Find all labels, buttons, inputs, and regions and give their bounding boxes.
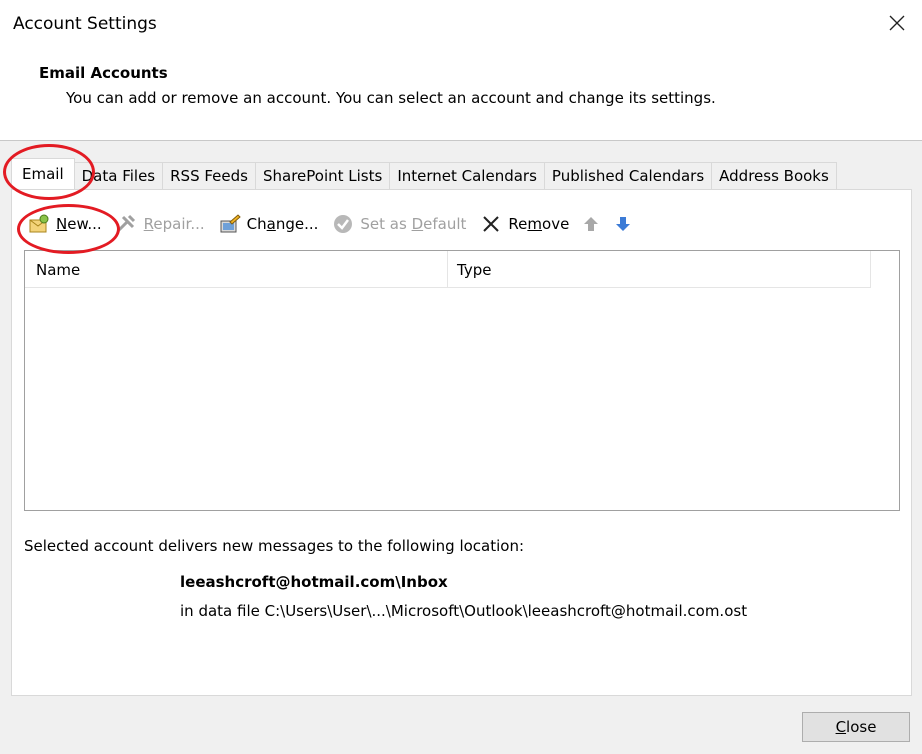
repair-button[interactable]: Repair... xyxy=(116,213,205,235)
tab-rss-feeds[interactable]: RSS Feeds xyxy=(162,162,256,189)
remove-icon xyxy=(483,216,500,232)
set-default-button[interactable]: Set as Default xyxy=(332,213,466,235)
new-account-icon xyxy=(29,214,49,233)
tab-internet-calendars[interactable]: Internet Calendars xyxy=(389,162,545,189)
header-description: You can add or remove an account. You ca… xyxy=(66,89,716,107)
change-icon xyxy=(220,214,241,233)
repair-label: Repair... xyxy=(143,215,205,233)
list-header: Name Type xyxy=(25,251,871,288)
set-default-icon xyxy=(334,215,353,233)
close-icon[interactable] xyxy=(886,12,908,34)
column-name-header[interactable]: Name xyxy=(36,261,80,279)
set-default-label: Set as Default xyxy=(360,215,467,233)
new-button[interactable]: New... xyxy=(28,213,102,235)
column-divider-end[interactable] xyxy=(870,251,871,287)
close-button[interactable]: Close xyxy=(802,712,910,742)
window-title: Account Settings xyxy=(13,14,157,34)
repair-icon xyxy=(117,214,135,232)
column-type-header[interactable]: Type xyxy=(457,261,491,279)
tab-address-books[interactable]: Address Books xyxy=(711,162,837,189)
new-label: New... xyxy=(56,215,102,233)
move-up-icon[interactable] xyxy=(583,215,599,233)
tab-sharepoint-lists[interactable]: SharePoint Lists xyxy=(254,162,391,189)
change-button[interactable]: Change... xyxy=(219,213,319,235)
remove-button[interactable]: Remove xyxy=(480,213,569,235)
accounts-list[interactable]: Name Type xyxy=(24,250,900,511)
tab-published-calendars[interactable]: Published Calendars xyxy=(543,162,713,189)
column-divider[interactable] xyxy=(447,251,448,287)
delivery-data-file: in data file C:\Users\User\...\Microsoft… xyxy=(180,602,748,620)
tab-email[interactable]: Email xyxy=(11,158,75,189)
header-title: Email Accounts xyxy=(39,64,168,82)
account-toolbar: New... Repair... Change... Set as Defaul… xyxy=(28,210,647,238)
delivery-folder: leeashcroft@hotmail.com\Inbox xyxy=(180,573,448,591)
delivery-label: Selected account delivers new messages t… xyxy=(24,537,525,555)
title-bar: Account Settings xyxy=(0,0,922,50)
change-label: Change... xyxy=(246,215,319,233)
move-down-icon[interactable] xyxy=(615,215,631,233)
tab-strip: Email Data Files RSS Feeds SharePoint Li… xyxy=(11,158,837,190)
dialog-header: Email Accounts You can add or remove an … xyxy=(0,50,922,141)
tab-data-files[interactable]: Data Files xyxy=(73,162,164,189)
remove-label: Remove xyxy=(508,215,570,233)
